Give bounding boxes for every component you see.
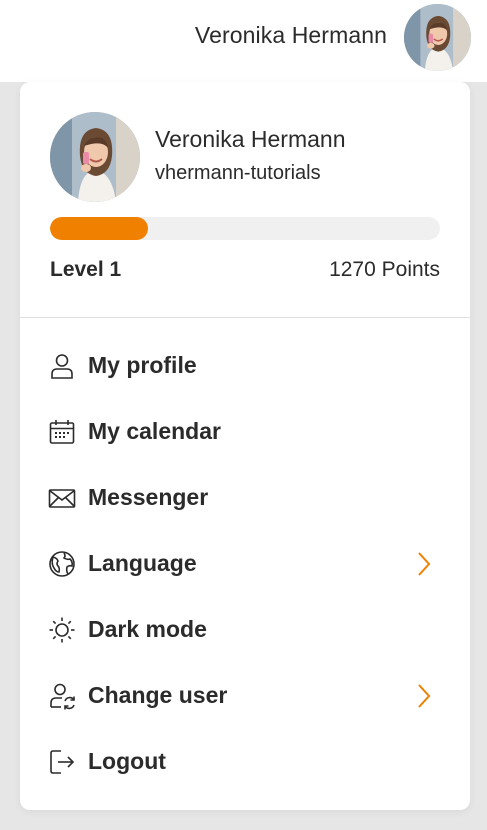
- header-user-name[interactable]: Veronika Hermann: [195, 22, 387, 49]
- level-label: Level 1: [50, 258, 122, 281]
- menu-item-logout[interactable]: Logout: [20, 730, 470, 796]
- menu-list: My profile My calendar Messenger Languag…: [20, 334, 470, 796]
- envelope-icon: [48, 484, 76, 512]
- level-progress-bar: [50, 217, 440, 240]
- menu-item-label: Dark mode: [88, 616, 207, 642]
- calendar-icon: [48, 418, 76, 446]
- menu-item-language[interactable]: Language: [20, 532, 470, 598]
- menu-item-messenger[interactable]: Messenger: [20, 466, 470, 532]
- top-bar: Veronika Hermann: [0, 0, 487, 82]
- user-menu-dropdown: Veronika Hermann vhermann-tutorials Leve…: [20, 82, 470, 810]
- level-progress-fill: [50, 217, 148, 240]
- profile-name: Veronika Hermann: [155, 126, 346, 152]
- logout-icon: [48, 748, 76, 776]
- profile-avatar[interactable]: [50, 112, 140, 202]
- avatar-photo-icon: [50, 112, 140, 202]
- user-icon: [48, 352, 76, 380]
- menu-item-label: Language: [88, 550, 197, 576]
- sun-icon: [48, 616, 76, 644]
- menu-item-label: Logout: [88, 748, 166, 774]
- menu-item-label: My profile: [88, 352, 197, 378]
- points-label: 1270 Points: [329, 258, 440, 281]
- menu-item-dark-mode[interactable]: Dark mode: [20, 598, 470, 664]
- menu-item-my-profile[interactable]: My profile: [20, 334, 470, 400]
- avatar-photo-icon: [404, 4, 471, 71]
- chevron-right-icon: [416, 551, 432, 577]
- menu-item-my-calendar[interactable]: My calendar: [20, 400, 470, 466]
- chevron-right-icon: [416, 683, 432, 709]
- menu-item-label: My calendar: [88, 418, 221, 444]
- header-avatar[interactable]: [404, 4, 471, 71]
- user-switch-icon: [48, 682, 76, 710]
- menu-item-label: Messenger: [88, 484, 209, 510]
- menu-item-label: Change user: [88, 682, 228, 708]
- menu-item-change-user[interactable]: Change user: [20, 664, 470, 730]
- profile-handle: vhermann-tutorials: [155, 162, 321, 184]
- divider: [20, 317, 470, 318]
- globe-icon: [48, 550, 76, 578]
